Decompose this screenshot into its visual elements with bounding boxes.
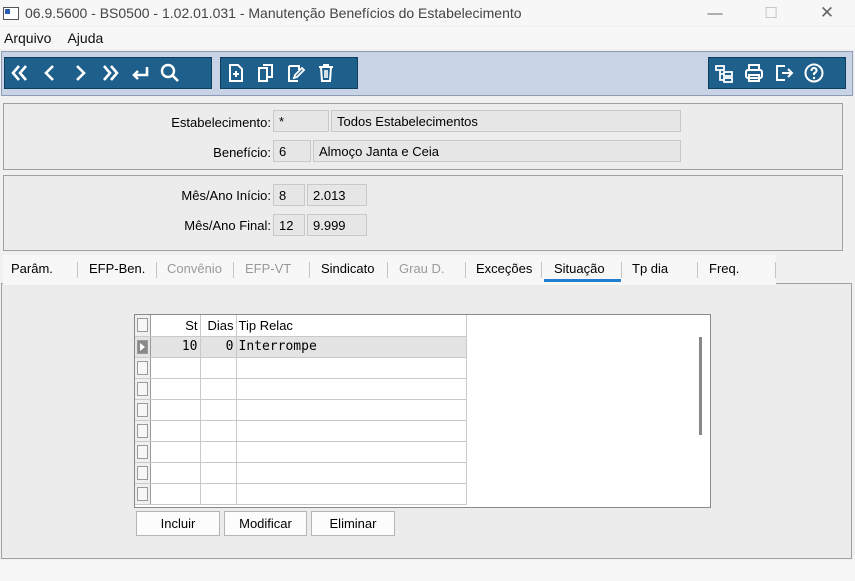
table-row[interactable] <box>135 441 467 463</box>
table-row[interactable] <box>135 483 467 505</box>
tab-efp-ben[interactable]: EFP-Ben. <box>84 259 150 281</box>
exit-icon[interactable] <box>769 58 799 88</box>
table-row[interactable]: 10 0 Interrompe <box>135 336 467 358</box>
situacao-grid[interactable]: St Dias Tip Relac 10 0 Interrompe <box>134 314 711 508</box>
next-icon[interactable] <box>65 58 95 88</box>
status-strip <box>0 560 855 581</box>
estabelecimento-description: Todos Estabelecimentos <box>331 110 681 132</box>
eliminar-button[interactable]: Eliminar <box>311 511 395 536</box>
minimize-button[interactable]: — <box>687 0 743 26</box>
row-header-corner <box>135 315 151 337</box>
inicio-label: Mês/Ano Início: <box>181 188 271 203</box>
row-selector[interactable] <box>135 336 151 358</box>
incluir-button[interactable]: Incluir <box>136 511 220 536</box>
menu-ajuda[interactable]: Ajuda <box>67 30 103 46</box>
menu-arquivo[interactable]: Arquivo <box>4 30 51 46</box>
tab-excecoes[interactable]: Exceções <box>471 259 537 281</box>
beneficio-field[interactable]: 6 <box>273 140 311 162</box>
inicio-mes-field[interactable]: 8 <box>273 184 305 206</box>
maximize-button[interactable]: ☐ <box>743 0 799 26</box>
cell-st[interactable]: 10 <box>150 336 201 358</box>
edit-group <box>220 57 358 89</box>
cell-tip-relac[interactable]: Interrompe <box>236 336 467 358</box>
final-ano-field[interactable]: 9.999 <box>307 214 367 236</box>
estabelecimento-label: Estabelecimento: <box>171 115 271 130</box>
tab-efp-vt: EFP-VT <box>245 261 292 276</box>
goto-icon[interactable] <box>125 58 155 88</box>
beneficio-description: Almoço Janta e Ceia <box>313 140 681 162</box>
search-icon[interactable] <box>155 58 185 88</box>
edit-icon[interactable] <box>281 58 311 88</box>
final-label: Mês/Ano Final: <box>184 218 271 233</box>
beneficio-label: Benefício: <box>213 145 271 160</box>
first-icon[interactable] <box>5 58 35 88</box>
copy-icon[interactable] <box>251 58 281 88</box>
help-icon[interactable] <box>799 58 829 88</box>
table-row[interactable] <box>135 399 467 421</box>
cell-dias[interactable]: 0 <box>200 336 237 358</box>
tab-freq[interactable]: Freq. <box>704 259 744 281</box>
tab-sindicato[interactable]: Sindicato <box>316 259 379 281</box>
previous-icon[interactable] <box>35 58 65 88</box>
tab-convenio: Convênio <box>167 261 222 276</box>
print-icon[interactable] <box>739 58 769 88</box>
tab-bar: Parâm. EFP-Ben. Convênio EFP-VT Sindicat… <box>3 255 776 285</box>
modificar-button[interactable]: Modificar <box>224 511 307 536</box>
tab-grau-d: Grau D. <box>399 261 445 276</box>
title-bar: 06.9.5600 - BS0500 - 1.02.01.031 - Manut… <box>0 0 855 26</box>
period-panel <box>3 175 843 251</box>
tab-tp-dia[interactable]: Tp dia <box>627 259 673 281</box>
toolbar <box>1 51 853 96</box>
close-button[interactable]: ✕ <box>799 0 855 26</box>
grid-scrollbar[interactable] <box>699 337 702 435</box>
app-icon <box>3 6 19 20</box>
last-icon[interactable] <box>95 58 125 88</box>
delete-icon[interactable] <box>311 58 341 88</box>
navigation-group <box>4 57 212 89</box>
active-tab-indicator <box>544 279 621 282</box>
final-mes-field[interactable]: 12 <box>273 214 305 236</box>
new-icon[interactable] <box>221 58 251 88</box>
estabelecimento-field[interactable]: * <box>273 110 329 132</box>
inicio-ano-field[interactable]: 2.013 <box>307 184 367 206</box>
col-header-dias[interactable]: Dias <box>200 315 237 337</box>
actions-group <box>708 57 846 89</box>
tree-icon[interactable] <box>709 58 739 88</box>
table-row[interactable] <box>135 357 467 379</box>
tab-situacao[interactable]: Situação <box>549 259 610 281</box>
col-header-st[interactable]: St <box>150 315 201 337</box>
table-row[interactable] <box>135 378 467 400</box>
table-row[interactable] <box>135 462 467 484</box>
tab-param[interactable]: Parâm. <box>6 259 58 281</box>
window-title: 06.9.5600 - BS0500 - 1.02.01.031 - Manut… <box>25 5 522 21</box>
menu-bar: Arquivo Ajuda <box>0 27 855 49</box>
grid-header-row: St Dias Tip Relac <box>135 315 467 337</box>
col-header-tip-relac[interactable]: Tip Relac <box>236 315 467 337</box>
table-row[interactable] <box>135 420 467 442</box>
